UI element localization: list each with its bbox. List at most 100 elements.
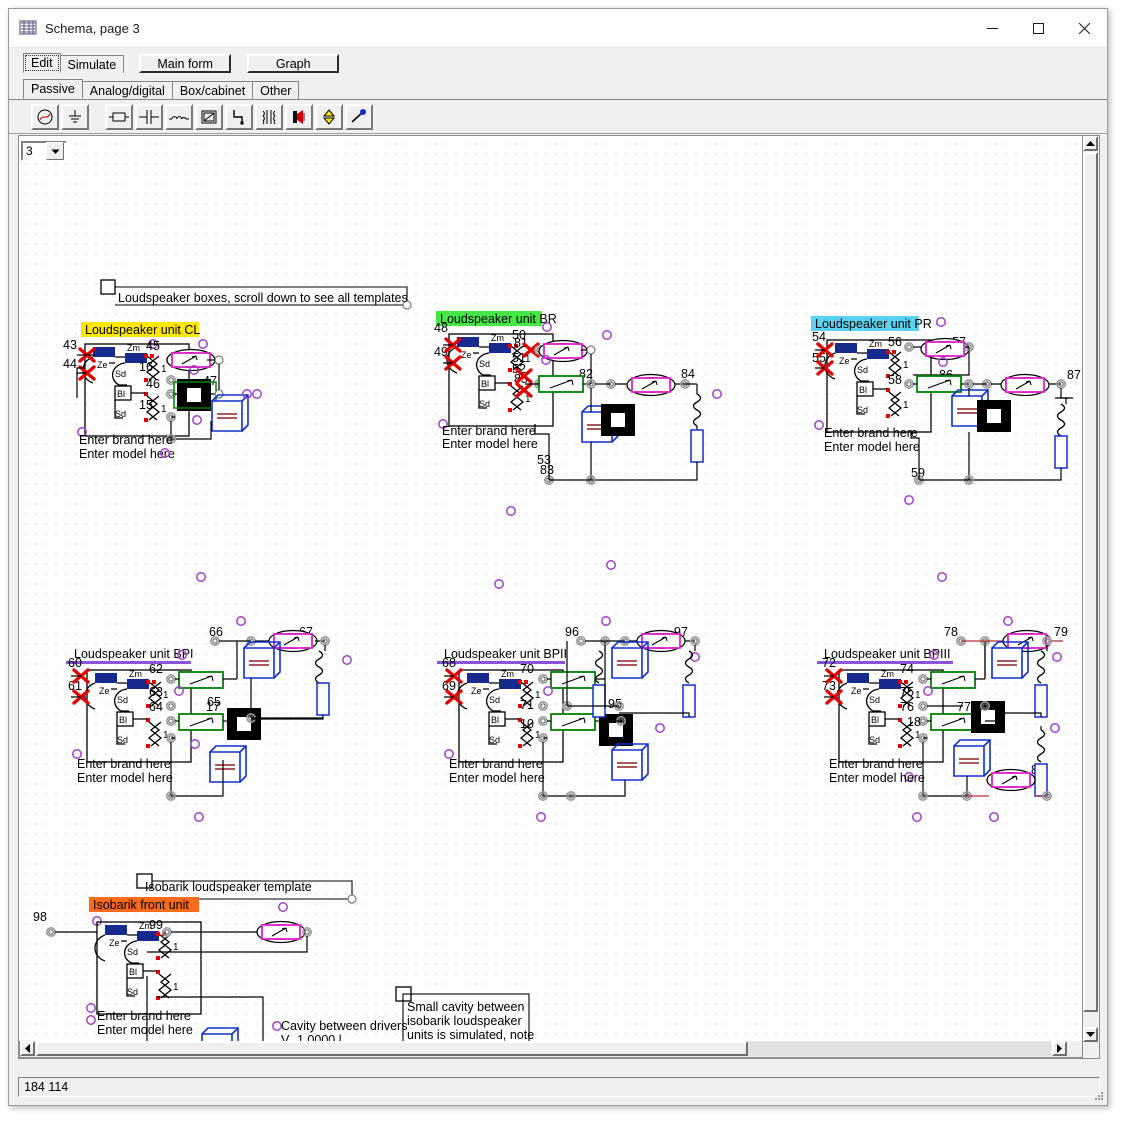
chevron-down-icon[interactable] (46, 142, 64, 160)
svg-text:70: 70 (520, 662, 534, 676)
window-title: Schema, page 3 (45, 21, 140, 36)
page-selector[interactable]: 3 (21, 141, 67, 161)
tab-passive[interactable]: Passive (23, 79, 83, 99)
svg-text:77: 77 (957, 700, 971, 714)
svg-text:Enter brand here: Enter brand here (824, 426, 918, 440)
svg-text:83: 83 (540, 463, 554, 477)
svg-text:Enter brand here: Enter brand here (77, 757, 171, 771)
svg-text:Isobarik loudspeaker template: Isobarik loudspeaker template (145, 880, 312, 894)
transformer-icon[interactable] (255, 104, 283, 130)
scroll-up-button[interactable] (1083, 136, 1098, 151)
svg-text:Cavity between drivers: Cavity between drivers (281, 1019, 407, 1033)
svg-text:Enter model here: Enter model here (97, 1023, 193, 1037)
svg-text:96: 96 (565, 625, 579, 639)
svg-text:Enter brand here: Enter brand here (442, 424, 536, 438)
svg-text:60: 60 (68, 656, 82, 670)
svg-text:76: 76 (900, 700, 914, 714)
loudspeaker-icon[interactable] (285, 104, 313, 130)
maximize-button[interactable] (1015, 9, 1061, 47)
svg-text:54: 54 (812, 330, 826, 344)
palette-tab-strip: Passive Analog/digital Box/cabinet Other (9, 73, 1107, 100)
close-button[interactable] (1061, 9, 1107, 47)
svg-text:isobarik loudspeaker: isobarik loudspeaker (407, 1014, 522, 1028)
vertical-scroll-thumb[interactable] (1083, 152, 1098, 1012)
tab-analog-digital[interactable]: Analog/digital (82, 81, 173, 99)
svg-text:43: 43 (63, 338, 77, 352)
status-bar: 184 114 (18, 1077, 1100, 1097)
svg-text:65: 65 (207, 695, 221, 709)
tab-simulate[interactable]: Simulate (60, 55, 125, 73)
schematic-drawing: Ze Zm Bl Sd 1 (19, 136, 1082, 1058)
svg-text:84: 84 (681, 367, 695, 381)
svg-text:units is simulated, note: units is simulated, note (407, 1028, 534, 1042)
svg-text:Enter brand here: Enter brand here (79, 433, 173, 447)
capacitor-icon[interactable] (135, 104, 163, 130)
svg-text:99: 99 (149, 918, 163, 932)
minimize-button[interactable] (969, 9, 1015, 47)
probe-icon[interactable] (345, 104, 373, 130)
svg-text:Loudspeaker unit BPII: Loudspeaker unit BPII (444, 647, 567, 661)
svg-text:Enter model here: Enter model here (824, 440, 920, 454)
svg-text:64: 64 (149, 700, 163, 714)
inductor-icon[interactable] (165, 104, 193, 130)
tab-other[interactable]: Other (252, 81, 299, 99)
vertical-scrollbar[interactable] (1083, 135, 1100, 1059)
cursor-coordinates: 184 114 (24, 1080, 68, 1094)
svg-text:Enter model here: Enter model here (442, 437, 538, 451)
svg-text:Loudspeaker unit BPI: Loudspeaker unit BPI (74, 647, 194, 661)
svg-text:10: 10 (520, 717, 534, 731)
svg-text:63: 63 (149, 685, 163, 699)
svg-text:Enter model here: Enter model here (449, 771, 545, 785)
svg-text:46: 46 (146, 377, 160, 391)
schematic-canvas[interactable]: Ze Zm Bl Sd 1 (18, 135, 1083, 1059)
svg-text:56: 56 (888, 335, 902, 349)
signal-generator-icon[interactable] (31, 104, 59, 130)
svg-text:75: 75 (900, 685, 914, 699)
svg-text:Enter brand here: Enter brand here (97, 1009, 191, 1023)
svg-text:Enter model here: Enter model here (829, 771, 925, 785)
schema-window: Schema, page 3 Edit Simulate Main form G… (8, 8, 1108, 1106)
svg-text:44: 44 (63, 357, 77, 371)
horizontal-scroll-track[interactable] (748, 1041, 1051, 1056)
main-form-button[interactable]: Main form (139, 54, 231, 73)
horizontal-scroll-thumb[interactable] (36, 1041, 748, 1056)
svg-text:Enter brand here: Enter brand here (449, 757, 543, 771)
svg-text:18: 18 (907, 715, 921, 729)
scroll-down-button[interactable] (1083, 1027, 1098, 1042)
svg-text:79: 79 (1054, 625, 1068, 639)
svg-text:Isobarik front unit: Isobarik front unit (93, 898, 189, 912)
block-icon[interactable] (195, 104, 223, 130)
work-area: Ze Zm Bl Sd 1 (18, 135, 1100, 1075)
svg-text:58: 58 (888, 373, 902, 387)
resistor-icon[interactable] (105, 104, 133, 130)
svg-text:Loudspeaker unit CL: Loudspeaker unit CL (85, 323, 200, 337)
page-selector-value: 3 (23, 144, 46, 158)
app-icon (19, 20, 37, 36)
svg-text:74: 74 (900, 662, 914, 676)
ground-icon[interactable] (61, 104, 89, 130)
svg-text:Small cavity between: Small cavity between (407, 1000, 524, 1014)
graph-button[interactable]: Graph (247, 54, 339, 73)
main-tab-strip: Edit Simulate Main form Graph (9, 48, 1107, 73)
component-toolbar (9, 100, 1107, 134)
tab-edit[interactable]: Edit (23, 53, 61, 73)
scroll-right-button[interactable] (1052, 1041, 1067, 1056)
svg-text:72: 72 (822, 656, 836, 670)
tab-box-cabinet[interactable]: Box/cabinet (172, 81, 253, 99)
port-icon[interactable] (315, 104, 343, 130)
wire-icon[interactable] (225, 104, 253, 130)
svg-text:16: 16 (139, 360, 153, 374)
svg-text:78: 78 (944, 625, 958, 639)
horizontal-scrollbar[interactable] (19, 1041, 1083, 1058)
svg-text:Loudspeaker unit BR: Loudspeaker unit BR (440, 312, 557, 326)
resize-grip[interactable] (1091, 1090, 1104, 1103)
svg-text:81: 81 (514, 336, 528, 350)
svg-text:71: 71 (520, 698, 534, 712)
svg-text:87: 87 (1067, 368, 1081, 382)
svg-text:48: 48 (434, 321, 448, 335)
title-bar: Schema, page 3 (9, 9, 1107, 48)
svg-text:Loudspeaker boxes, scroll down: Loudspeaker boxes, scroll down to see al… (118, 291, 408, 305)
svg-text:45: 45 (146, 339, 160, 353)
scroll-left-button[interactable] (20, 1041, 35, 1056)
svg-text:Enter model here: Enter model here (77, 771, 173, 785)
